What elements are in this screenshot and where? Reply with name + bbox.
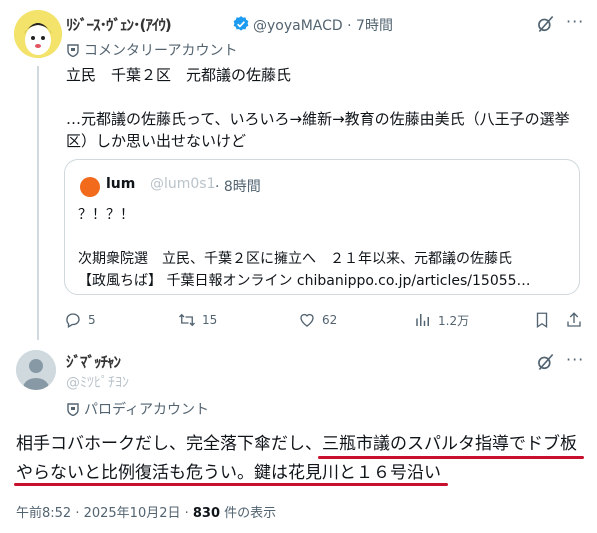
post-text-line: …元都議の佐藤氏って、いろいろ→維新→教育の佐藤由美氏（八王子の選挙区）しか思い… xyxy=(66,110,570,150)
post-text: 相手コバホークだし、完全落下傘だし、三瓶市議のスパルタ指導でドブ板 やらないと比… xyxy=(16,430,586,488)
account-label-text: パロディアカウント xyxy=(84,402,210,418)
post-text-line: 立民 千葉２区 元都議の佐藤氏 xyxy=(66,66,292,84)
display-name[interactable]: ｼﾞﾏﾞｯﾁｬﾝ xyxy=(66,351,121,372)
verified-badge-icon xyxy=(232,15,250,33)
post-text-line: 相手コバホークだし、完全落下傘だし、三瓶市議のスパルタ指導でドブ板 xyxy=(16,434,577,454)
thread-line xyxy=(37,66,39,340)
account-shield-icon xyxy=(66,402,80,420)
share-icon[interactable] xyxy=(565,311,583,333)
account-label: パロディアカウント xyxy=(66,399,209,420)
like-button[interactable]: 62 xyxy=(298,311,337,329)
reply-icon xyxy=(66,313,80,328)
display-name[interactable]: ﾘｼﾞｰｽ･ｳﾞｪﾝ･(ｱｲｳ) xyxy=(66,14,172,35)
views-button[interactable]: 1.2万 xyxy=(414,311,469,329)
user-handle[interactable]: @ﾐﾂﾋﾟﾁﾖﾝ xyxy=(66,372,129,392)
account-label: コメンタリーアカウント xyxy=(66,40,237,61)
quoted-avatar xyxy=(80,177,100,197)
avatar[interactable] xyxy=(16,350,56,390)
highlight-underline xyxy=(318,456,584,459)
reply-button[interactable]: 5 xyxy=(64,311,96,329)
grok-icon[interactable] xyxy=(536,14,556,34)
quoted-text-line: 【政風ちば】 千葉日報オンライン chibanippo.co.jp/articl… xyxy=(78,273,531,289)
grok-icon[interactable] xyxy=(536,352,556,372)
like-count: 62 xyxy=(322,313,338,327)
view-count: 1.2万 xyxy=(438,313,470,328)
more-icon[interactable]: ··· xyxy=(566,350,584,369)
quoted-text-line: 次期衆院選 立民、千葉２区に擁立へ ２１年以来、元都議の佐藤氏 xyxy=(78,251,512,267)
post-time[interactable]: 7時間 xyxy=(356,18,393,34)
account-shield-icon xyxy=(66,43,80,61)
post-meta: 午前8:52 · 2025年10月2日 · 830 件の表示 xyxy=(16,502,276,521)
quoted-time: · 8時間 xyxy=(215,179,261,195)
post-timestamp[interactable]: 午前8:52 · 2025年10月2日 · xyxy=(16,506,193,521)
repost-button[interactable]: 15 xyxy=(178,311,217,329)
user-handle[interactable]: @yoyaMACD xyxy=(253,18,343,34)
quoted-post[interactable]: lum @lum0s1 · 8時間 ？！？！ 次期衆院選 立民、千葉２区に擁立へ… xyxy=(64,159,580,295)
bookmark-icon[interactable] xyxy=(533,311,551,333)
more-icon[interactable]: ··· xyxy=(566,12,584,31)
reply-count: 5 xyxy=(88,313,96,327)
handle-and-time[interactable]: @yoyaMACD · 7時間 xyxy=(253,15,393,35)
like-icon xyxy=(300,313,314,327)
account-label-text: コメンタリーアカウント xyxy=(84,43,238,59)
views-icon xyxy=(416,314,429,326)
quoted-text: ？！？！ 次期衆院選 立民、千葉２区に擁立へ ２１年以来、元都議の佐藤氏 【政風… xyxy=(78,204,568,292)
highlight-underline xyxy=(14,483,448,486)
avatar[interactable] xyxy=(14,10,62,58)
post-text: 立民 千葉２区 元都議の佐藤氏 …元都議の佐藤氏って、いろいろ→維新→教育の佐藤… xyxy=(66,64,581,152)
view-count: 830 xyxy=(192,506,221,521)
quoted-display-name: lum xyxy=(106,176,136,192)
quoted-text-line: ？！？！ xyxy=(78,207,134,223)
quoted-handle: @lum0s1 xyxy=(150,176,216,192)
repost-count: 15 xyxy=(202,313,218,327)
views-label: 件の表示 xyxy=(220,506,277,521)
repost-icon xyxy=(179,313,195,327)
